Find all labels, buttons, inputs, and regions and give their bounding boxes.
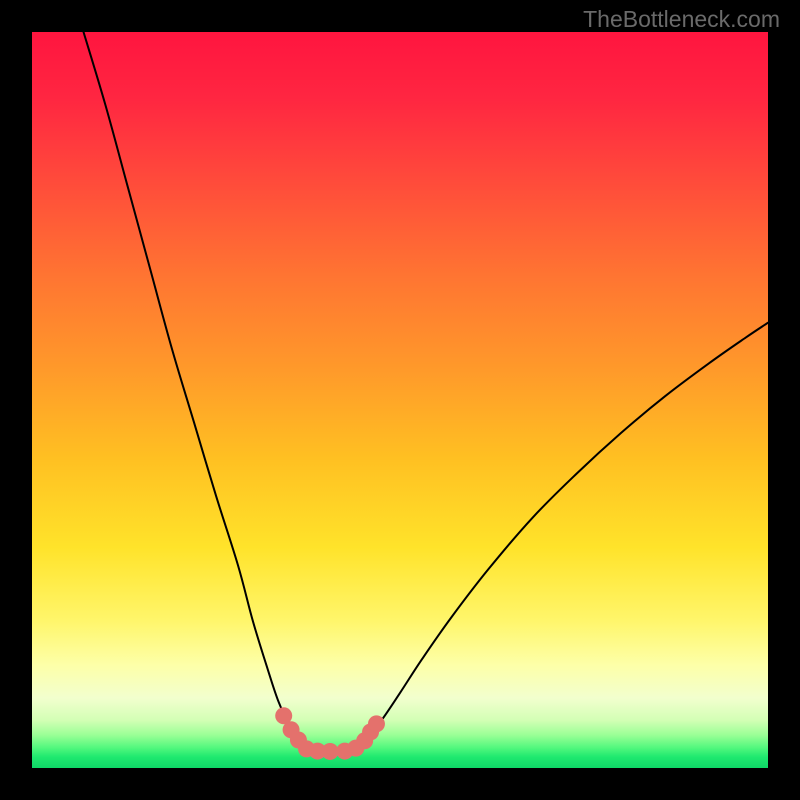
curve-marker [322,743,339,760]
chart-svg [32,32,768,768]
chart-frame: TheBottleneck.com [0,0,800,800]
curve-marker [368,715,385,732]
gradient-background [32,32,768,768]
watermark-text: TheBottleneck.com [583,6,780,33]
plot-area [32,32,768,768]
